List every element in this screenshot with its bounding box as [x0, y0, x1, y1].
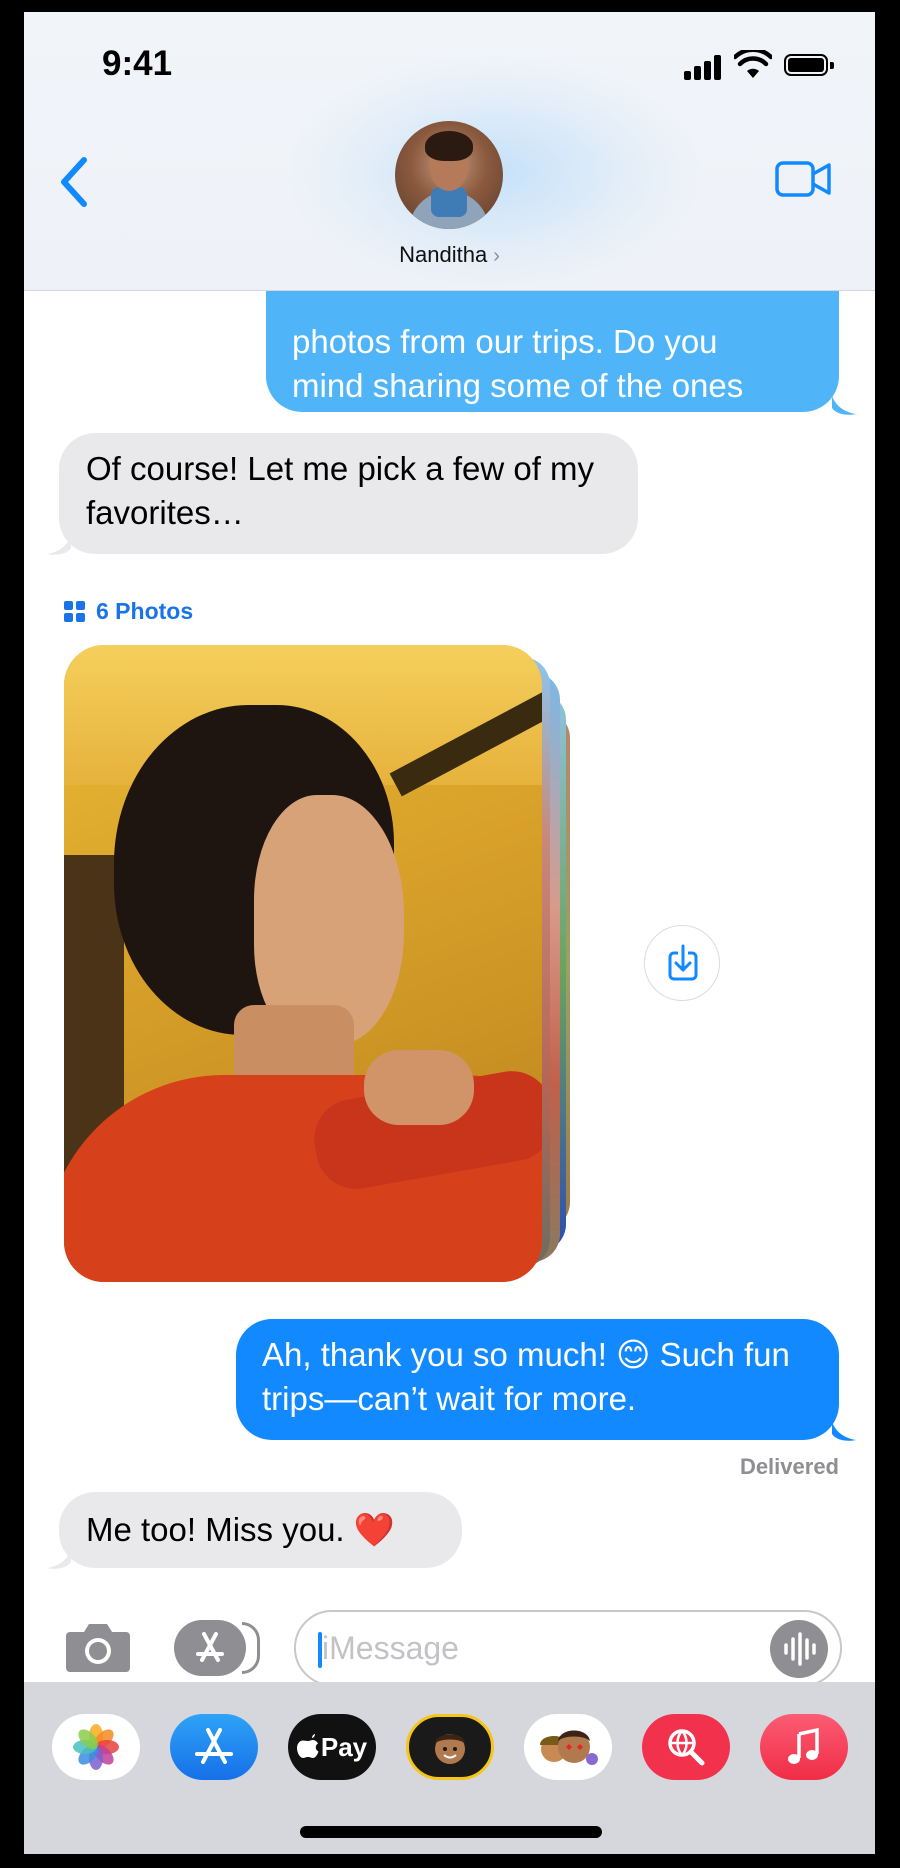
message-input[interactable]	[294, 1610, 842, 1686]
message-text: Ah, thank you so much! 😊 Such fun trips—…	[262, 1336, 790, 1417]
facetime-video-icon[interactable]	[774, 157, 834, 201]
music-note-icon	[788, 1727, 819, 1764]
download-icon	[668, 944, 698, 981]
bubble-tail	[832, 396, 856, 415]
photo-grid-icon	[64, 600, 86, 623]
back-chevron-icon[interactable]	[54, 152, 94, 212]
audio-message-button[interactable]	[770, 1620, 828, 1678]
stickers-icon	[540, 1730, 598, 1765]
messages-screen: photos from our trips. Do you mind shari…	[24, 12, 875, 1854]
photo-stack-label[interactable]: 6 Photos	[64, 598, 193, 625]
wifi-icon	[734, 50, 772, 78]
app-store-app[interactable]	[170, 1714, 258, 1780]
cellular-signal-icon	[684, 54, 724, 80]
music-app[interactable]	[760, 1714, 848, 1780]
waveform-icon	[784, 1632, 816, 1666]
status-time: 9:41	[102, 44, 173, 83]
contact-name[interactable]: Nanditha ›	[24, 242, 875, 268]
message-text: photos from our trips. Do you mind shari…	[292, 323, 744, 448]
message-text: Me too! Miss you. ❤️	[86, 1511, 395, 1548]
conversation-header: 9:41 Nanditha ›	[24, 12, 875, 292]
save-photos-button[interactable]	[644, 925, 720, 1001]
memoji-icon	[435, 1734, 465, 1764]
photo-count: 6 Photos	[96, 598, 194, 624]
memoji-stickers-app[interactable]	[524, 1714, 612, 1780]
globe-search-icon	[668, 1729, 705, 1766]
app-store-icon	[196, 1632, 224, 1662]
app-store-icon	[195, 1728, 233, 1764]
bubble-tail	[832, 1422, 856, 1441]
apple-logo-icon	[296, 1734, 319, 1758]
home-indicator[interactable]	[300, 1826, 602, 1838]
apple-pay-label: Pay	[320, 1731, 368, 1762]
battery-icon	[784, 54, 834, 76]
chevron-right-icon: ›	[493, 245, 500, 267]
shared-photo[interactable]	[64, 645, 542, 1282]
message-text: Of course! Let me pick a few of my favor…	[86, 450, 595, 531]
message-bubble-received[interactable]: Of course! Let me pick a few of my favor…	[59, 433, 638, 554]
compose-bar	[24, 1592, 875, 1692]
memoji-app[interactable]	[406, 1714, 494, 1780]
delivery-status: Delivered	[739, 1454, 839, 1479]
images-search-app[interactable]	[642, 1714, 730, 1780]
bubble-tail	[47, 1550, 71, 1569]
camera-icon[interactable]	[62, 1616, 134, 1676]
message-bubble-sent[interactable]: Ah, thank you so much! 😊 Such fun trips—…	[236, 1319, 839, 1440]
apps-button[interactable]	[174, 1620, 246, 1676]
text-cursor	[318, 1632, 322, 1668]
avatar[interactable]	[395, 121, 503, 229]
photos-icon	[73, 1724, 119, 1770]
photos-app[interactable]	[52, 1714, 140, 1780]
bubble-tail	[47, 536, 71, 555]
apple-pay-app[interactable]: Pay	[288, 1714, 376, 1780]
message-bubble-received[interactable]: Me too! Miss you. ❤️	[59, 1492, 462, 1568]
